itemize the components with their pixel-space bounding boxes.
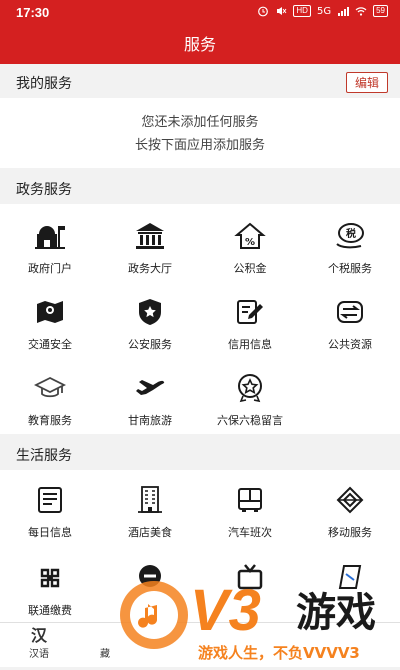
- service-label: 汽车班次: [228, 526, 272, 539]
- service-gov-hall[interactable]: 政务大厅: [100, 220, 200, 276]
- title-bar: 服务: [0, 26, 400, 64]
- watermark-logo-icon: V3 游戏 游戏人生，不负VVVV3: [120, 578, 376, 662]
- service-label: 公安服务: [128, 338, 172, 351]
- alarm-icon: [258, 6, 269, 17]
- service-label: 教育服务: [28, 414, 72, 427]
- service-label: 酒店美食: [128, 526, 172, 539]
- signal-icon: [338, 7, 350, 16]
- service-daily-news[interactable]: 每日信息: [0, 484, 100, 540]
- watermark-slogan: 游戏人生，不负VVVV3: [198, 644, 360, 662]
- status-time: 17:30: [16, 5, 50, 20]
- watermark-v3: V3: [190, 578, 261, 643]
- my-services-header: 我的服务 编辑: [0, 66, 400, 98]
- service-fund[interactable]: % 公积金: [200, 220, 300, 276]
- empty-line-2: 长按下面应用添加服务: [134, 138, 265, 153]
- life-services-title: 生活服务: [16, 448, 72, 464]
- nav-label: 汉语: [29, 649, 49, 660]
- service-label: 六保六稳留言: [217, 414, 283, 427]
- service-credit[interactable]: 信用信息: [200, 296, 300, 352]
- service-label: 移动服务: [328, 526, 372, 539]
- service-tourism[interactable]: 甘南旅游: [100, 372, 200, 428]
- edit-button[interactable]: 编辑: [345, 72, 388, 93]
- empty-message: 您还未添加任何服务 长按下面应用添加服务: [0, 98, 400, 157]
- china-mobile-icon: [336, 486, 364, 514]
- china-unicom-icon: [40, 568, 60, 588]
- hall-icon: [136, 223, 164, 249]
- nav-label: 藏: [100, 649, 110, 660]
- battery-icon: 59: [373, 5, 388, 17]
- hd-badge: HD: [293, 5, 311, 17]
- fund-icon: %: [234, 222, 266, 249]
- svg-text:税: 税: [346, 227, 356, 240]
- service-label: 每日信息: [28, 526, 72, 539]
- svg-text:%: %: [245, 237, 255, 248]
- service-label: 联通缴费: [28, 604, 72, 617]
- service-label: 个税服务: [328, 262, 372, 275]
- traffic-map-icon: [37, 301, 63, 323]
- nav-item-chinese[interactable]: 汉 汉语: [14, 626, 64, 661]
- exchange-icon: [337, 301, 363, 323]
- mute-icon: [277, 7, 287, 15]
- credit-edit-icon: [237, 300, 263, 324]
- service-education[interactable]: 教育服务: [0, 372, 100, 428]
- service-unicom[interactable]: 联通缴费: [0, 562, 100, 618]
- star-badge-icon: [238, 374, 262, 403]
- tax-icon: 税: [336, 223, 364, 249]
- status-icons: HD 5G 59: [257, 5, 388, 17]
- service-label: 交通安全: [28, 338, 72, 351]
- life-services-header: 生活服务: [0, 438, 400, 470]
- service-tax[interactable]: 税 个税服务: [300, 220, 400, 276]
- service-label: 甘南旅游: [128, 414, 172, 427]
- gov-services-title: 政务服务: [16, 182, 72, 198]
- chinese-glyph-icon: 汉: [30, 626, 47, 645]
- graduation-cap-icon: [34, 376, 66, 398]
- my-services-title: 我的服务: [16, 76, 72, 92]
- service-mobile[interactable]: 移动服务: [300, 484, 400, 540]
- my-services-panel: 您还未添加任何服务 长按下面应用添加服务: [0, 98, 400, 168]
- service-label: 公共资源: [328, 338, 372, 351]
- service-traffic[interactable]: 交通安全: [0, 296, 100, 352]
- empty-line-1: 您还未添加任何服务: [141, 115, 259, 130]
- news-icon: [38, 487, 62, 513]
- status-bar: 17:30 HD 5G 59: [0, 0, 400, 26]
- watermark-name: 游戏: [296, 590, 376, 636]
- gov-services-header: 政务服务: [0, 172, 400, 204]
- gov-services-panel: 政府门户 政务大厅 % 公积金 税 个税服务 交通安全 公安服务 信用信息 公共…: [0, 204, 400, 434]
- service-label: 政府门户: [28, 262, 72, 275]
- service-public-resource[interactable]: 公共资源: [300, 296, 400, 352]
- service-six-guarantees[interactable]: 六保六稳留言: [200, 372, 300, 428]
- service-bus[interactable]: 汽车班次: [200, 484, 300, 540]
- gov-portal-icon: [35, 226, 65, 249]
- service-hotel[interactable]: 酒店美食: [100, 484, 200, 540]
- airplane-icon: [136, 380, 165, 395]
- police-badge-icon: [139, 299, 161, 325]
- service-label: 信用信息: [228, 338, 272, 351]
- network-label: 5G: [316, 5, 332, 17]
- hotel-icon: [138, 486, 162, 513]
- service-gov-portal[interactable]: 政府门户: [0, 220, 100, 276]
- page-title: 服务: [183, 35, 216, 54]
- service-label: 公积金: [233, 262, 267, 275]
- service-police[interactable]: 公安服务: [100, 296, 200, 352]
- wifi-icon: [355, 7, 367, 16]
- bus-icon: [238, 488, 262, 512]
- watermark: V3 游戏 游戏人生，不负VVVV3: [112, 568, 400, 666]
- service-label: 政务大厅: [128, 262, 172, 275]
